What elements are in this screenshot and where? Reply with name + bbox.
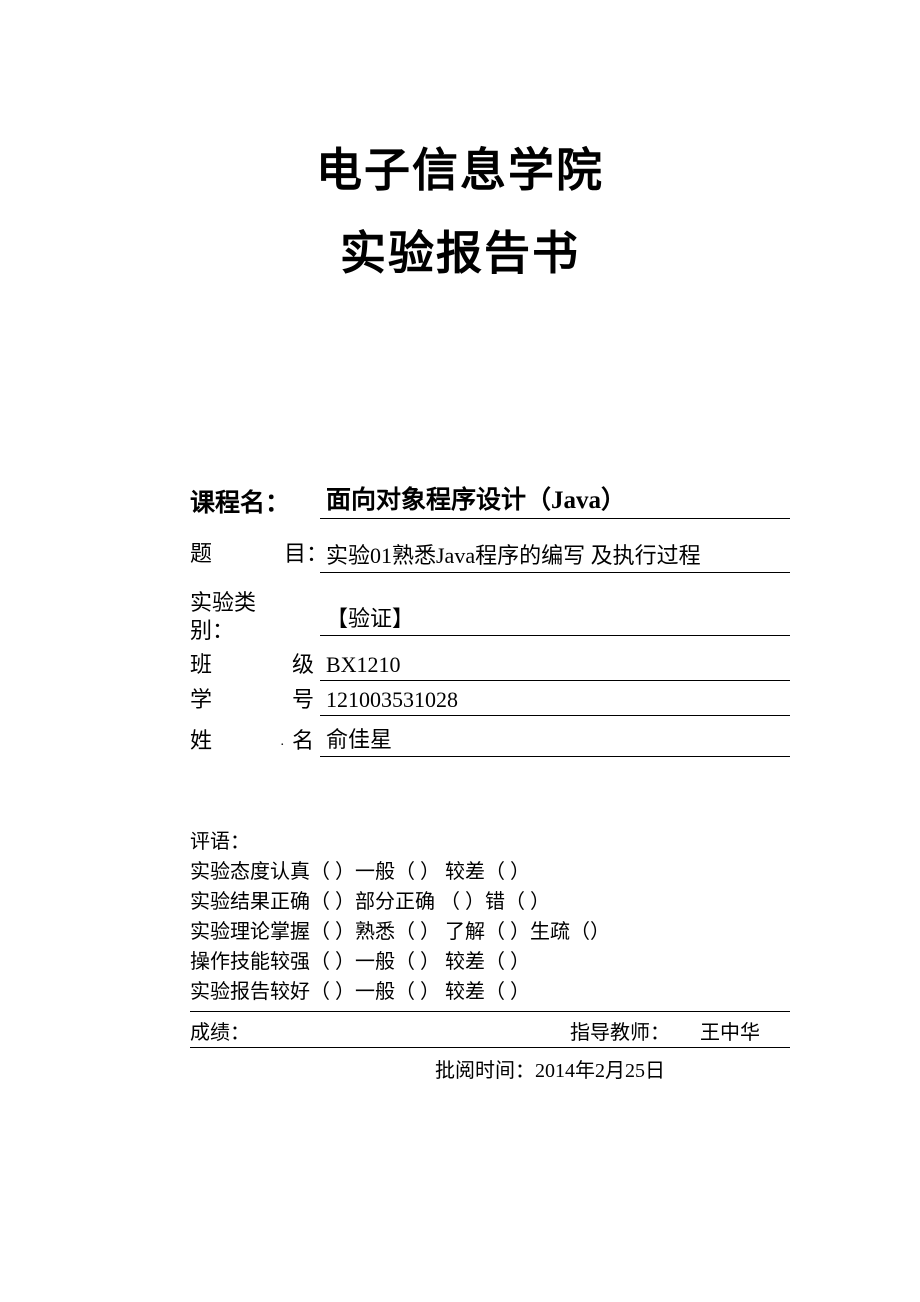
- eval-row-content: 正确（ ）部分正确 （ ）错（ ）: [270, 887, 790, 917]
- title-line-2: 实验报告书: [110, 213, 810, 296]
- name-label: 姓 . 名: [190, 726, 320, 757]
- title-line-1: 电子信息学院: [110, 130, 810, 213]
- evaluation-block: 评语： 实验态度：认真（ ）一般（ ） 较差（ ）实验结果：正确（ ）部分正确 …: [190, 827, 790, 1083]
- course-value: 面向对象程序设计（Java）: [320, 476, 790, 519]
- topic-row: 题目： 实验01熟悉Java程序的编写 及执行过程: [190, 525, 790, 585]
- info-block: 课程名： 面向对象程序设计（Java） 题目： 实验01熟悉Java程序的编写 …: [190, 476, 790, 757]
- course-row: 课程名： 面向对象程序设计（Java）: [190, 476, 790, 519]
- eval-row: 实验理论：掌握（ ）熟悉（ ） 了解（ ）生疏（）: [190, 917, 790, 947]
- topic-value: 实验01熟悉Java程序的编写 及执行过程: [320, 536, 790, 573]
- document-title: 电子信息学院 实验报告书: [110, 130, 810, 296]
- eval-row-content: 较好（ ）一般（ ） 较差（ ）: [270, 977, 790, 1007]
- eval-row: 操作技能：较强（ ）一般（ ） 较差（ ）: [190, 947, 790, 977]
- teacher-label: 指导教师：: [570, 1016, 670, 1045]
- student-id-value: 121003531028: [320, 685, 790, 716]
- eval-row-label: 实验结果：: [190, 887, 270, 917]
- eval-row: 实验结果：正确（ ）部分正确 （ ）错（ ）: [190, 887, 790, 917]
- name-value: 俞佳星: [320, 720, 790, 757]
- name-row: 姓 . 名 俞佳星: [190, 720, 790, 757]
- student-id-label: 学 号: [190, 685, 320, 716]
- eval-row-content: 掌握（ ）熟悉（ ） 了解（ ）生疏（）: [270, 917, 790, 947]
- eval-row-content: 认真（ ）一般（ ） 较差（ ）: [270, 857, 790, 887]
- eval-row-label: 实验报告：: [190, 977, 270, 1007]
- topic-label: 题目：: [190, 525, 320, 585]
- class-label: 班 级: [190, 650, 320, 681]
- eval-row-label: 实验理论：: [190, 917, 270, 947]
- eval-separator: [190, 1011, 790, 1012]
- eval-row: 实验态度：认真（ ）一般（ ） 较差（ ）: [190, 857, 790, 887]
- teacher-name: 王中华: [670, 1016, 790, 1045]
- type-value: 【验证】: [320, 599, 790, 636]
- comment-label: 评语：: [190, 827, 270, 857]
- eval-rows: 实验态度：认真（ ）一般（ ） 较差（ ）实验结果：正确（ ）部分正确 （ ）错…: [190, 857, 790, 1007]
- student-id-row: 学 号 121003531028: [190, 685, 790, 716]
- eval-row: 实验报告：较好（ ）一般（ ） 较差（ ）: [190, 977, 790, 1007]
- class-row: 班 级 BX1210: [190, 650, 790, 681]
- eval-row-content: 较强（ ）一般（ ） 较差（ ）: [270, 947, 790, 977]
- grade-label: 成绩：: [190, 1016, 270, 1045]
- type-label: 实验类 别：: [190, 589, 320, 646]
- comment-content: [270, 827, 790, 857]
- class-value: BX1210: [320, 650, 790, 681]
- grade-row: 成绩： 指导教师： 王中华: [190, 1016, 790, 1048]
- eval-row-label: 实验态度：: [190, 857, 270, 887]
- eval-row-label: 操作技能：: [190, 947, 270, 977]
- comment-row: 评语：: [190, 827, 790, 857]
- review-date: 批阅时间：2014年2月25日: [190, 1054, 790, 1083]
- course-label: 课程名：: [190, 483, 320, 519]
- type-row: 实验类 别： 【验证】: [190, 589, 790, 646]
